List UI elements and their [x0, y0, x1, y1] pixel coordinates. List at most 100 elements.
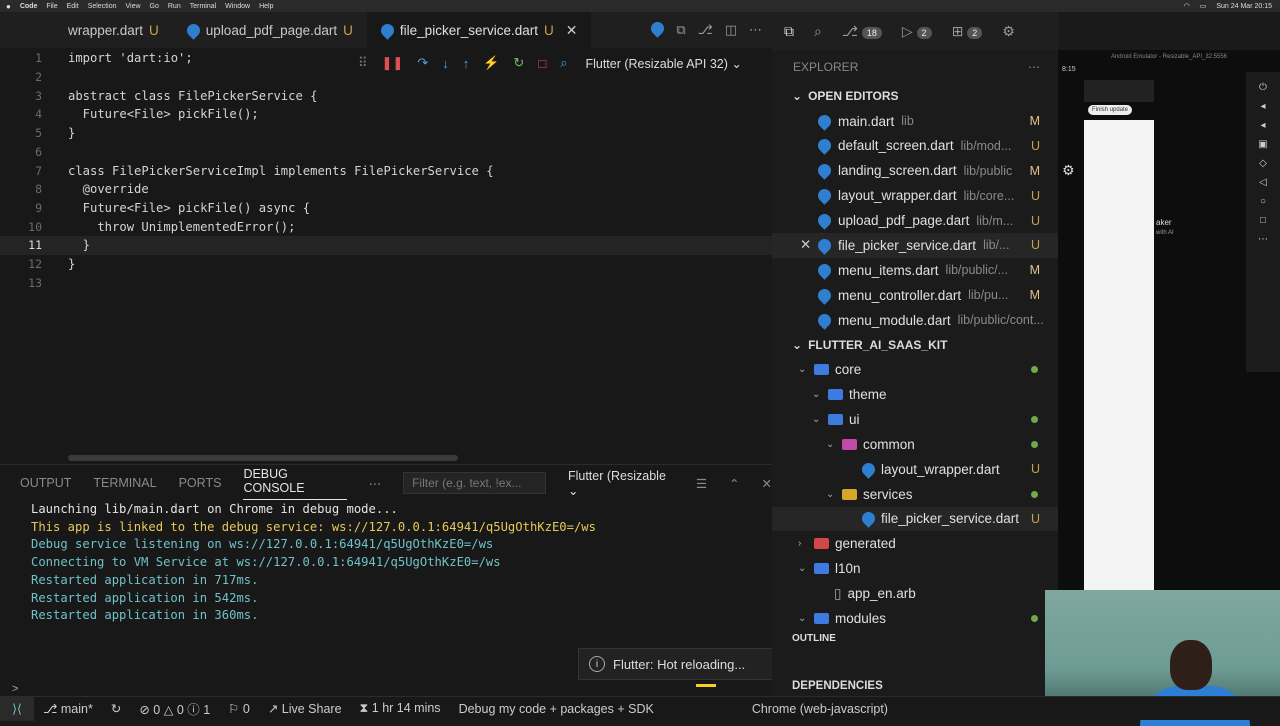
chevron-down-icon[interactable]: ⌄	[798, 563, 808, 574]
volume-down-icon[interactable]: ◂	[1260, 120, 1265, 131]
tab-file-picker-service[interactable]: file_picker_service.dart U ✕	[366, 12, 592, 48]
live-share-button[interactable]: ↗ Live Share	[259, 701, 351, 716]
tree-folder[interactable]: ⌄ l10n	[772, 556, 1058, 581]
open-editor-item[interactable]: layout_wrapper.dart lib/core... U	[772, 183, 1058, 208]
open-editor-item[interactable]: menu_module.dart lib/public/cont...	[772, 308, 1058, 333]
chevron-right-icon[interactable]: ›	[798, 538, 808, 549]
code-text[interactable]: @override	[68, 182, 149, 196]
close-tab-icon[interactable]: ✕	[566, 22, 578, 39]
step-into-icon[interactable]: ↓	[442, 56, 449, 71]
extensions-icon[interactable]: ⊞ 2	[952, 23, 983, 40]
panel-tab-debug-console[interactable]: DEBUG CONSOLE	[243, 467, 347, 500]
stop-icon[interactable]: □	[538, 56, 546, 71]
source-control-icon[interactable]: ⎇	[698, 22, 713, 38]
chevron-down-icon[interactable]: ⌄	[826, 439, 836, 450]
dependencies-header[interactable]: DEPENDENCIES	[772, 646, 1058, 692]
open-devtools-icon[interactable]: ⧉	[676, 22, 685, 38]
panel-tab-terminal[interactable]: TERMINAL	[93, 476, 156, 490]
code-line[interactable]: 8 @override	[0, 180, 772, 199]
emulator-settings-icon[interactable]: ⚙	[1062, 162, 1075, 179]
panel-tab-output[interactable]: OUTPUT	[20, 476, 71, 490]
emulator-screen[interactable]	[1084, 120, 1154, 640]
menu-run[interactable]: Run	[168, 3, 181, 10]
menu-view[interactable]: View	[125, 3, 140, 10]
code-line[interactable]: 13	[0, 273, 772, 292]
finish-update-button[interactable]: Finish update	[1088, 105, 1133, 115]
more-actions-icon[interactable]: ⋯	[749, 22, 762, 38]
ports-indicator[interactable]: ⚐ 0	[219, 701, 259, 716]
volume-up-icon[interactable]: ◂	[1260, 101, 1265, 112]
tree-folder[interactable]: ⌄ theme	[772, 382, 1058, 407]
sync-icon[interactable]: ↻	[102, 701, 130, 716]
back-icon[interactable]: ◁	[1259, 177, 1267, 188]
code-line[interactable]: 6	[0, 143, 772, 162]
code-line[interactable]: 10 throw UnimplementedError();	[0, 217, 772, 236]
dart-icon[interactable]	[648, 19, 668, 38]
chevron-down-icon[interactable]: ⌄	[812, 389, 822, 400]
devtools-search-icon[interactable]: ⌕	[560, 55, 567, 71]
console-filter-input[interactable]: Filter (e.g. text, !ex...	[403, 472, 546, 494]
drag-handle-icon[interactable]: ⠿	[358, 55, 368, 71]
split-editor-icon[interactable]: ◫	[725, 22, 737, 38]
close-editor-icon[interactable]: ✕	[800, 237, 811, 253]
code-line[interactable]: 3 abstract class FilePickerService {	[0, 86, 772, 105]
outline-header[interactable]: OUTLINE	[772, 632, 1058, 646]
step-out-icon[interactable]: ↑	[463, 56, 470, 71]
code-line[interactable]: 5}	[0, 124, 772, 143]
notification-toast[interactable]: i Flutter: Hot reloading...	[578, 648, 774, 680]
run-debug-icon[interactable]: ▷ 2	[902, 23, 932, 40]
maximize-panel-icon[interactable]: ⌃	[729, 476, 739, 491]
debug-mode-indicator[interactable]: Debug my code + packages + SDK	[450, 702, 663, 716]
chevron-down-icon[interactable]: ⌄	[826, 489, 836, 500]
wifi-icon[interactable]: ◠	[1184, 2, 1190, 10]
code-line[interactable]: 7 class FilePickerServiceImpl implements …	[0, 161, 772, 180]
more-options-icon[interactable]: ⋯	[1258, 234, 1268, 245]
code-text[interactable]: import 'dart:io';	[68, 51, 193, 65]
open-editor-item[interactable]: main.dart lib M	[772, 109, 1058, 134]
tree-folder[interactable]: ⌄ common	[772, 432, 1058, 457]
search-icon[interactable]: ⌕	[814, 23, 822, 40]
open-editor-item[interactable]: upload_pdf_page.dart lib/m... U	[772, 208, 1058, 233]
panel-more-icon[interactable]: ⋯	[369, 476, 382, 491]
settings-icon[interactable]: ⚙	[1002, 23, 1015, 40]
remote-icon[interactable]: ⟩⟨	[0, 696, 34, 721]
restart-icon[interactable]: ↻	[513, 55, 524, 71]
code-text[interactable]: abstract class FilePickerService {	[68, 89, 317, 103]
problems-indicator[interactable]: ⊘ 0 △ 0 ⓘ 1	[130, 699, 219, 718]
code-line[interactable]: 9 Future<File> pickFile() async {	[0, 199, 772, 218]
menu-go[interactable]: Go	[150, 3, 159, 10]
session-select[interactable]: Flutter (Resizable ⌄	[568, 469, 674, 498]
code-editor[interactable]: 1 import 'dart:io'; 2 3 abstract class FileP…	[0, 48, 772, 464]
open-editor-item[interactable]: default_screen.dart lib/mod... U	[772, 133, 1058, 158]
panel-tab-ports[interactable]: PORTS	[179, 476, 222, 490]
tree-folder[interactable]: ⌄ modules	[772, 606, 1058, 631]
battery-icon[interactable]: ▭	[1200, 2, 1207, 10]
code-text[interactable]: }	[68, 257, 75, 271]
menu-window[interactable]: Window	[225, 3, 250, 10]
overview-icon[interactable]: □	[1260, 215, 1266, 226]
chevron-down-icon[interactable]: ⌄	[798, 613, 808, 624]
tab-upload-pdf-page[interactable]: upload_pdf_page.dart U	[173, 12, 367, 48]
menu-file[interactable]: File	[46, 3, 57, 10]
code-text[interactable]: }	[68, 238, 90, 252]
tree-folder[interactable]: ⌄ core	[772, 357, 1058, 382]
code-line[interactable]: 4 Future<File> pickFile();	[0, 105, 772, 124]
chevron-down-icon[interactable]: ⌄	[812, 414, 822, 425]
tree-folder[interactable]: ⌄ ui	[772, 407, 1058, 432]
menu-help[interactable]: Help	[259, 3, 273, 10]
power-icon[interactable]: ⏻	[1259, 82, 1267, 93]
tree-folder[interactable]: ⌄ services	[772, 482, 1058, 507]
android-emulator[interactable]: Android Emulator - Resizable_API_32:5556…	[1058, 50, 1280, 640]
project-header[interactable]: ⌄ FLUTTER_AI_SAAS_KIT	[772, 333, 1058, 358]
tab-layout-wrapper[interactable]: wrapper.dart U	[0, 12, 173, 48]
explorer-more-icon[interactable]: ⋯	[1028, 60, 1058, 74]
menu-terminal[interactable]: Terminal	[190, 3, 216, 10]
open-editor-item[interactable]: menu_items.dart lib/public/... M	[772, 258, 1058, 283]
home-icon[interactable]: ○	[1260, 196, 1266, 207]
tree-file[interactable]: file_picker_service.dart U	[772, 506, 1058, 532]
menu-edit[interactable]: Edit	[67, 3, 79, 10]
code-text[interactable]: Future<File> pickFile() async {	[68, 201, 310, 215]
hot-reload-icon[interactable]: ⚡	[483, 55, 499, 71]
code-text[interactable]: Future<File> pickFile();	[68, 107, 259, 121]
editor-horizontal-scrollbar[interactable]	[68, 455, 458, 461]
